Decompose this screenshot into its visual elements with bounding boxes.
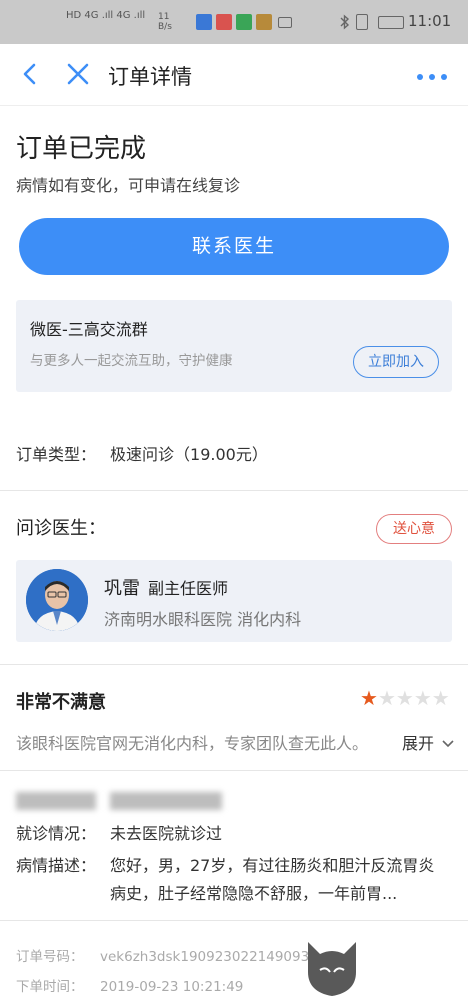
- star-empty-icon: ★: [377, 686, 396, 710]
- app-notification-icon: [256, 14, 272, 30]
- status-bar: HD 4G .ıll 4G .ıll 11 B/s 11:01: [0, 0, 468, 44]
- star-empty-icon: ★: [431, 686, 450, 710]
- doctor-hospital-department: 济南明水眼科医院 消化内科: [104, 610, 302, 629]
- chevron-down-icon: [442, 740, 454, 748]
- doctor-section-label: 问诊医生：: [16, 518, 106, 539]
- order-number-value: vek6zh3dsk190923022149093: [100, 949, 310, 965]
- order-type-value: 极速问诊（19.00元）: [110, 445, 268, 464]
- divider: [0, 920, 468, 921]
- doctor-title: 副主任医师: [148, 579, 229, 598]
- expand-label: 展开: [402, 734, 435, 753]
- watermark-cn: 黑猫: [370, 940, 438, 980]
- nav-bar: 订单详情: [0, 44, 468, 106]
- star-filled-icon: ★: [360, 686, 378, 710]
- more-button[interactable]: [414, 68, 450, 80]
- expand-button[interactable]: 展开: [402, 730, 455, 754]
- star-empty-icon: ★: [395, 686, 414, 710]
- group-card: 微医-三高交流群 与更多人一起交流互助，守护健康 立即加入: [16, 300, 452, 392]
- star-empty-icon: ★: [413, 686, 432, 710]
- condition-description-label: 病情描述：: [16, 856, 97, 875]
- order-status-subtitle: 病情如有变化，可申请在线复诊: [16, 176, 241, 195]
- order-type-label: 订单类型：: [16, 445, 97, 464]
- review-text: 该眼科医院官网无消化内科，专家团队查无此人。: [16, 734, 369, 753]
- avatar: [26, 569, 88, 631]
- mail-icon: [278, 17, 292, 28]
- doctor-name-row: 巩雷 副主任医师: [104, 574, 228, 600]
- divider: [0, 664, 468, 665]
- order-number-row: 订单号码： vek6zh3dsk190923022149093: [16, 945, 309, 965]
- star-rating: ★★★★★: [360, 686, 450, 710]
- network-indicator: HD 4G .ıll 4G .ıll: [66, 10, 146, 21]
- redacted-text: [110, 792, 222, 810]
- condition-description-value: 您好，男，27岁，有过往肠炎和胆汁反流胃炎病史，肚子经常隐隐不舒服，一年前胃..…: [110, 856, 435, 903]
- close-button[interactable]: [64, 60, 92, 88]
- more-icon: [417, 74, 447, 80]
- doctor-card[interactable]: 巩雷 副主任医师 济南明水眼科医院 消化内科: [16, 560, 452, 642]
- order-status-title: 订单已完成: [16, 134, 147, 164]
- bluetooth-icon: [340, 14, 350, 30]
- rating-label: 非常不满意: [16, 692, 106, 713]
- app-notification-icon: [216, 14, 232, 30]
- app-notification-icon: [236, 14, 252, 30]
- order-time-value: 2019-09-23 10:21:49: [100, 979, 244, 995]
- order-time-label: 下单时间：: [16, 979, 84, 995]
- visit-status-row: 就诊情况： 未去医院就诊过: [16, 820, 222, 844]
- back-button[interactable]: [16, 60, 44, 88]
- divider: [0, 770, 468, 771]
- page-title: 订单详情: [108, 65, 192, 89]
- cat-logo-icon: [308, 942, 356, 996]
- close-icon: [67, 63, 89, 85]
- battery-icon: [378, 16, 404, 29]
- app-notification-icon: [196, 14, 212, 30]
- order-time-row: 下单时间： 2019-09-23 10:21:49: [16, 975, 243, 995]
- visit-status-value: 未去医院就诊过: [110, 824, 223, 843]
- join-group-button[interactable]: 立即加入: [353, 346, 439, 378]
- clock: 11:01: [408, 12, 452, 30]
- group-name: 微医-三高交流群: [30, 320, 148, 339]
- contact-doctor-button[interactable]: 联系医生: [19, 218, 449, 275]
- group-description: 与更多人一起交流互助，守护健康: [30, 353, 233, 369]
- divider: [0, 490, 468, 491]
- redacted-text: [16, 792, 96, 810]
- order-type-row: 订单类型： 极速问诊（19.00元）: [16, 441, 268, 465]
- vibrate-icon: [356, 14, 368, 30]
- visit-status-label: 就诊情况：: [16, 824, 97, 843]
- watermark-en: BLACK CAT: [368, 976, 451, 990]
- send-gift-button[interactable]: 送心意: [376, 514, 452, 544]
- chevron-left-icon: [23, 63, 36, 85]
- watermark-logo: 黑猫 BLACK CAT: [300, 932, 468, 998]
- network-speed: 11 B/s: [158, 12, 172, 32]
- doctor-name: 巩雷: [104, 578, 140, 599]
- order-number-label: 订单号码：: [16, 949, 84, 965]
